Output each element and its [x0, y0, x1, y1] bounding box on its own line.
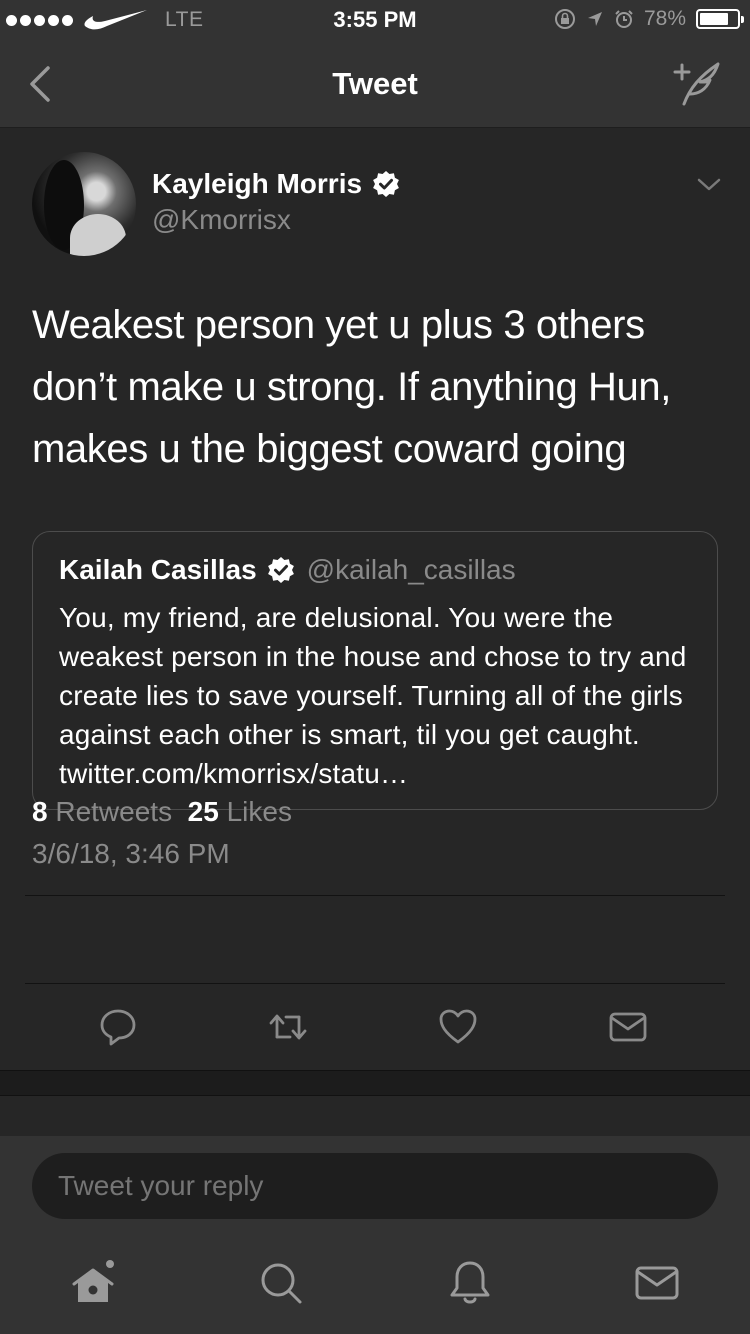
quoted-tweet-text: You, my friend, are delusional. You were… — [59, 602, 687, 789]
battery-level — [700, 13, 729, 25]
quoted-author-name: Kailah Casillas — [59, 554, 257, 585]
author-name[interactable]: Kayleigh Morris — [152, 168, 362, 200]
author-name-row[interactable]: Kayleigh Morris — [152, 168, 400, 200]
likes-label: Likes — [226, 796, 292, 827]
location-arrow-icon — [587, 12, 602, 26]
quoted-tweet[interactable]: Kailah Casillas @kailah_casillas You, my… — [32, 531, 718, 810]
retweet-button[interactable] — [268, 1007, 308, 1047]
verified-badge-icon — [373, 171, 399, 197]
quoted-tweet-header: Kailah Casillas @kailah_casillas — [59, 554, 516, 586]
home-tab-icon[interactable] — [68, 1258, 118, 1308]
battery-icon — [696, 9, 744, 29]
tweet-text: Weakest person yet u plus 3 others don’t… — [32, 303, 671, 471]
section-separator — [0, 1070, 750, 1096]
quoted-author-handle: @kailah_casillas — [306, 554, 516, 585]
retweets-count-link[interactable]: 8 Retweets — [32, 796, 172, 827]
author-handle[interactable]: @Kmorrisx — [152, 204, 291, 236]
divider — [25, 895, 725, 896]
search-tab-icon[interactable] — [256, 1258, 306, 1308]
reply-input[interactable] — [32, 1153, 718, 1219]
avatar[interactable] — [32, 152, 136, 256]
reply-button[interactable] — [98, 1007, 138, 1047]
like-button[interactable] — [438, 1007, 478, 1047]
status-bar: LTE 3:55 PM 78% — [0, 0, 750, 40]
notifications-tab-icon[interactable] — [445, 1258, 495, 1308]
page-title: Tweet — [332, 66, 418, 101]
likes-count-link[interactable]: 25 Likes — [188, 796, 292, 827]
messages-tab-icon[interactable] — [632, 1258, 682, 1308]
tab-bar — [0, 1236, 750, 1334]
share-via-message-button[interactable] — [608, 1007, 648, 1047]
status-bar-right: 78% — [554, 7, 744, 31]
rotation-lock-icon — [554, 9, 575, 29]
verified-badge-icon — [267, 557, 294, 583]
reply-bar — [0, 1136, 750, 1236]
compose-tweet-button[interactable] — [670, 58, 722, 110]
navigation-bar: Tweet — [0, 40, 750, 128]
battery-percent: 78% — [643, 7, 686, 30]
chevron-down-icon[interactable] — [696, 174, 722, 194]
likes-count: 25 — [187, 796, 219, 827]
tweet-timestamp: 3/6/18, 3:46 PM — [32, 838, 230, 869]
engagement-counts: 8 Retweets 25 Likes — [32, 796, 292, 828]
tweet-actions — [0, 1007, 750, 1047]
divider — [25, 983, 725, 984]
alarm-icon — [615, 10, 633, 28]
retweets-count: 8 — [32, 796, 48, 827]
retweets-label: Retweets — [55, 796, 173, 827]
